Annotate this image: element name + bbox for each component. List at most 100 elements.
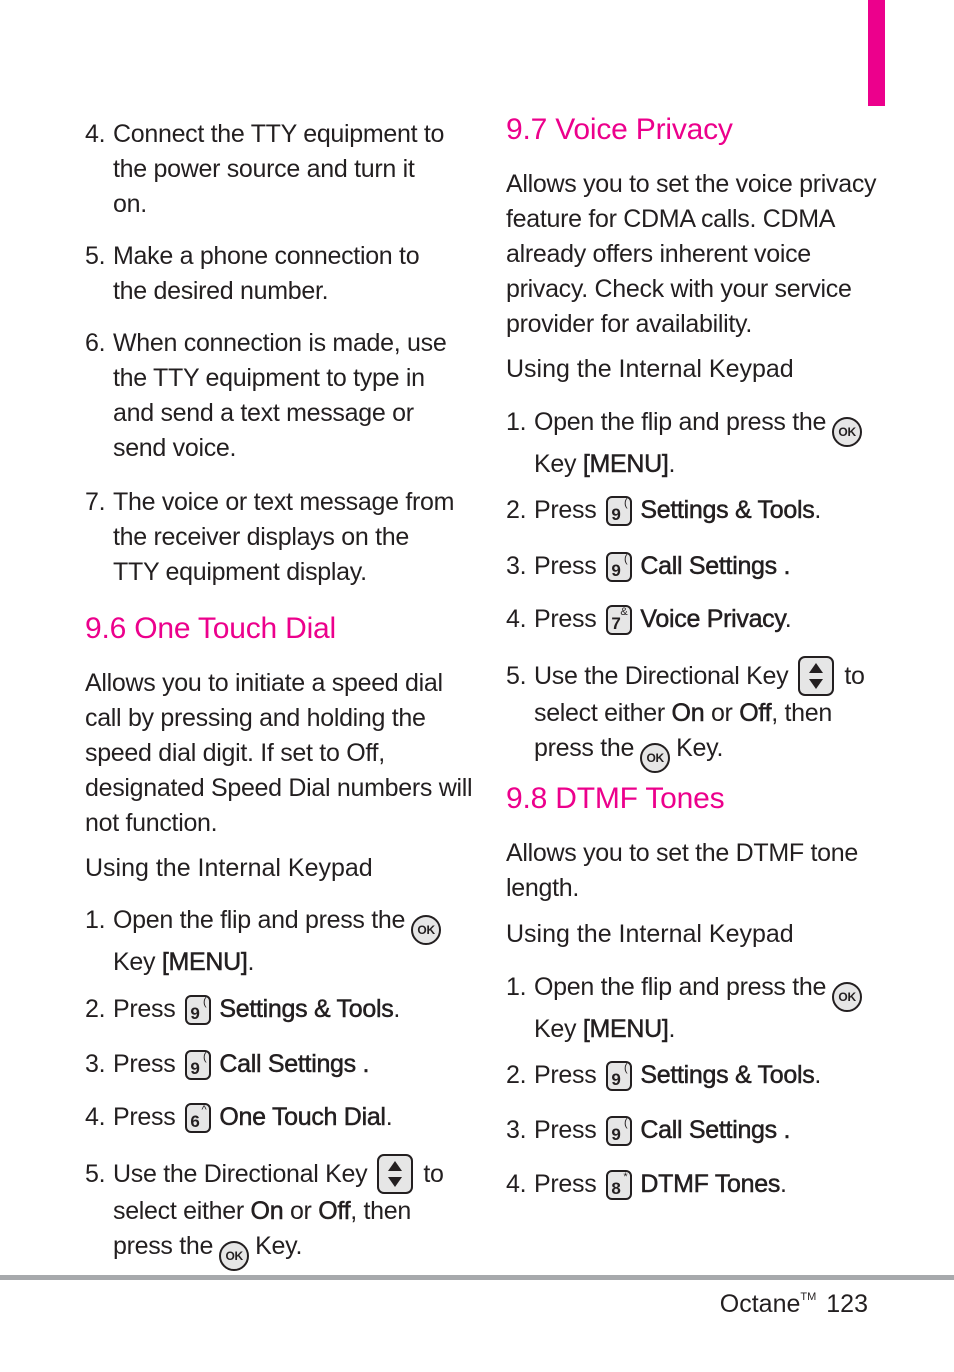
key-digit: 7 <box>611 614 621 633</box>
key-6-icon: 6 ^ <box>185 1103 212 1133</box>
step-text: Open the flip and press the <box>534 973 827 1001</box>
option-on: On <box>671 699 705 728</box>
menu-item-label: One Touch Dial <box>219 1103 386 1132</box>
key-digit: 9 <box>611 1070 621 1089</box>
step-number: 1. <box>506 973 527 1001</box>
text-line: the desired number. <box>113 277 329 305</box>
step-punct: . <box>780 1170 787 1198</box>
step-number: 7. <box>85 488 106 516</box>
step-text: Press <box>534 552 597 580</box>
step-text: select either <box>534 699 665 727</box>
text-line: call by pressing and holding the <box>85 704 426 732</box>
section-heading-9-7: 9.7 Voice Privacy <box>506 113 733 146</box>
step-number: 1. <box>506 408 527 436</box>
step-number: 4. <box>506 605 527 633</box>
ok-key-icon: OK <box>832 982 863 1012</box>
page-footer: OctaneTM 123 <box>720 1290 868 1319</box>
step-text: or <box>710 699 733 727</box>
step-text: Use the Directional Key <box>534 662 789 690</box>
step-text: Open the flip and press the <box>113 906 406 934</box>
key-symbol: ( <box>203 1051 207 1063</box>
step-text: Press <box>113 1050 176 1078</box>
step-1: 1. Open the flip and press the OK Key [MEN… <box>85 903 447 980</box>
step-punct: . <box>814 496 822 524</box>
step-number: 1. <box>85 906 106 934</box>
key-symbol: * <box>623 1171 628 1183</box>
option-off: Off <box>318 1197 351 1226</box>
step-text: to <box>423 1160 444 1188</box>
key-digit: 9 <box>190 1004 200 1023</box>
ok-key-icon: OK <box>411 915 442 945</box>
step-number: 3. <box>85 1050 106 1078</box>
step-punct: . <box>385 1103 393 1131</box>
trademark-mark: TM <box>800 1291 817 1303</box>
text-line: the receiver displays on the <box>113 523 409 551</box>
text-line: speed dial digit. If set to Off, <box>85 739 385 767</box>
directional-key-icon <box>377 1154 414 1194</box>
menu-item-label: DTMF Tones <box>640 1170 781 1199</box>
key-digit: 6 <box>190 1112 200 1131</box>
menu-item-label: Call Settings . <box>219 1050 370 1079</box>
ok-key-icon: OK <box>832 417 863 447</box>
step-number: 5. <box>85 1160 106 1188</box>
key-digit: 9 <box>611 1125 621 1144</box>
key-symbol: & <box>620 606 628 618</box>
key-digit: 9 <box>190 1059 200 1078</box>
step-number: 4. <box>85 1103 106 1131</box>
tty-step: 5. Make a phone connection to the desired … <box>85 239 420 309</box>
option-on: On <box>250 1197 284 1226</box>
directional-key-icon <box>798 656 835 696</box>
step-3: 3. Press 9(Call Settings . <box>506 549 791 584</box>
subheading-internal-keypad: Using the Internal Keypad <box>85 854 373 882</box>
step-number: 5. <box>506 662 527 690</box>
key-symbol: ( <box>203 996 207 1008</box>
footer-divider <box>0 1275 954 1280</box>
text-line: TTY equipment display. <box>113 558 367 586</box>
step-text: Press <box>534 1116 597 1144</box>
menu-item-label: Settings & Tools <box>640 1061 815 1090</box>
option-off: Off <box>739 699 772 728</box>
step-number: 3. <box>506 552 527 580</box>
step-2: 2. Press 9(Settings & Tools. <box>506 493 821 528</box>
step-punct: . <box>247 948 255 976</box>
text-line: privacy. Check with your service <box>506 275 852 303</box>
menu-item-label: Settings & Tools <box>219 995 394 1024</box>
step-1: 1. Open the flip and press the OK Key [MEN… <box>506 970 868 1047</box>
step-3: 3. Press 9(Call Settings . <box>506 1113 791 1148</box>
step-2: 2. Press 9(Settings & Tools. <box>85 992 400 1027</box>
text-line: 4. Connect the TTY equipment to <box>85 117 444 152</box>
section-intro-9-8: Allows you to set the DTMF tone length. <box>506 836 858 906</box>
step-3: 3. Press 9( Call Settings . <box>85 1047 370 1082</box>
text-line: Allows you to set the voice privacy <box>506 170 877 198</box>
step-number: 2. <box>506 496 527 524</box>
step-number: 4. <box>506 1170 527 1198</box>
step-text: or <box>289 1197 312 1225</box>
section-intro-9-6: Allows you to initiate a speed dial call … <box>85 666 473 841</box>
key-9-icon: 9( <box>606 496 633 526</box>
text-line: on. <box>113 190 147 218</box>
tty-step: 4. Connect the TTY equipment to the power … <box>85 117 444 222</box>
menu-item-label: Voice Privacy <box>640 605 785 634</box>
text-line: provider for availability. <box>506 310 753 338</box>
step-5: 5. Use the Directional Key to select eithe… <box>506 656 865 773</box>
subheading-internal-keypad: Using the Internal Keypad <box>506 355 794 383</box>
step-text: Key <box>534 1015 577 1043</box>
chapter-tab-marker <box>868 0 885 106</box>
key-symbol: ( <box>624 497 628 509</box>
text-line: 7. The voice or text message from <box>85 485 454 520</box>
key-digit: 9 <box>611 505 621 524</box>
key-symbol: ( <box>624 1117 628 1129</box>
step-text: Press <box>534 496 597 524</box>
menu-label: [MENU] <box>582 1015 670 1044</box>
step-punct: . <box>784 605 792 633</box>
menu-label: [MENU] <box>161 948 249 977</box>
ok-key-icon: OK <box>640 743 671 773</box>
step-2: 2. Press 9(Settings & Tools. <box>506 1058 821 1093</box>
step-text: to <box>844 662 865 690</box>
text-line: 5. Make a phone connection to <box>85 239 420 274</box>
key-symbol: ( <box>624 1062 628 1074</box>
step-text: press the <box>534 734 635 762</box>
step-text: Use the Directional Key <box>113 1160 368 1188</box>
step-text: Key <box>534 450 577 478</box>
step-text: Key. <box>255 1232 303 1260</box>
